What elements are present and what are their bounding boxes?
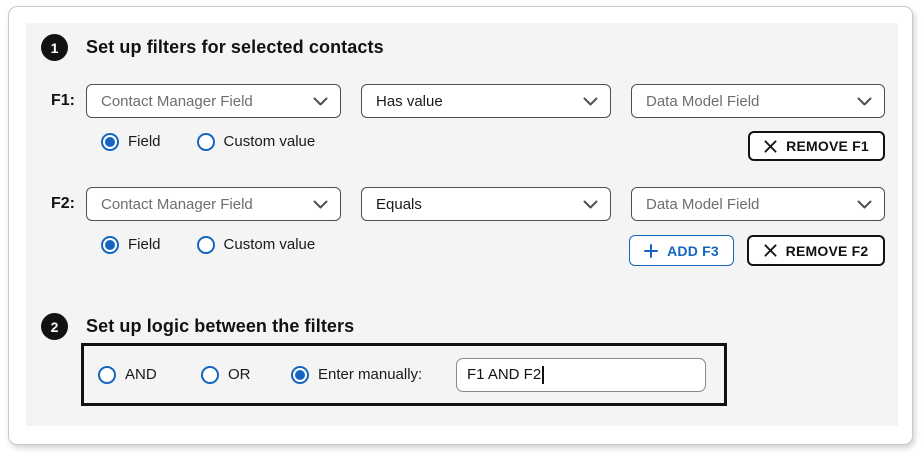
filter-2-field-radio-label: Field [128,236,161,253]
filter-2-label: F2: [51,187,83,220]
radio-selected-icon [101,133,119,151]
radio-unselected-icon [197,236,215,254]
logic-or-label: OR [228,366,251,383]
logic-and-label: AND [125,366,157,383]
close-icon [764,140,777,153]
close-icon [764,244,777,257]
filter-2-field-dropdown[interactable]: Contact Manager Field [86,187,341,221]
radio-selected-icon [101,236,119,254]
add-f3-button[interactable]: ADD F3 [629,235,734,266]
step-1-badge: 1 [41,34,68,61]
filter-2-operator-value: Equals [376,196,422,213]
filter-1-field-radio-label: Field [128,133,161,150]
filter-1-operator-value: Has value [376,93,443,110]
filter-1-custom-radio[interactable]: Custom value [197,133,316,151]
filter-1-value-dropdown[interactable]: Data Model Field [631,84,885,118]
remove-f1-label: REMOVE F1 [786,138,869,154]
filter-1-custom-radio-label: Custom value [224,133,316,150]
filter-1-field-value: Contact Manager Field [101,93,253,110]
logic-manual-radio[interactable]: Enter manually: [291,366,422,384]
manual-logic-input[interactable]: F1 AND F2 [456,358,706,392]
filter-2-field-radio[interactable]: Field [101,236,161,254]
filter-setup-card: 1 Set up filters for selected contacts F… [8,6,913,445]
plus-icon [644,244,658,258]
manual-logic-value: F1 AND F2 [467,366,541,383]
filter-2-custom-radio[interactable]: Custom value [197,236,316,254]
filter-2-value-dropdown[interactable]: Data Model Field [631,187,885,221]
content-panel: 1 Set up filters for selected contacts F… [26,23,898,426]
radio-unselected-icon [197,133,215,151]
remove-f2-label: REMOVE F2 [786,243,869,259]
step-2-badge: 2 [41,313,68,340]
filter-1-value-value: Data Model Field [646,93,759,110]
chevron-down-icon [583,97,598,106]
section-1-title: Set up filters for selected contacts [86,34,384,61]
chevron-down-icon [313,200,328,209]
radio-unselected-icon [98,366,116,384]
logic-manual-label: Enter manually: [318,366,422,383]
chevron-down-icon [583,200,598,209]
remove-f1-button[interactable]: REMOVE F1 [748,131,885,161]
filter-1-field-dropdown[interactable]: Contact Manager Field [86,84,341,118]
chevron-down-icon [857,97,872,106]
logic-selector-box: AND OR Enter manually: F1 AND F2 [81,343,727,406]
filter-1-field-radio[interactable]: Field [101,133,161,151]
filter-1-operator-dropdown[interactable]: Has value [361,84,611,118]
add-f3-label: ADD F3 [667,243,719,259]
filter-2-value-value: Data Model Field [646,196,759,213]
logic-and-radio[interactable]: AND [98,366,157,384]
filter-2-custom-radio-label: Custom value [224,236,316,253]
remove-f2-button[interactable]: REMOVE F2 [747,235,885,266]
filter-1-label: F1: [51,84,83,117]
section-2-title: Set up logic between the filters [86,313,354,340]
radio-selected-icon [291,366,309,384]
radio-unselected-icon [201,366,219,384]
chevron-down-icon [313,97,328,106]
filter-2-operator-dropdown[interactable]: Equals [361,187,611,221]
text-caret [542,366,544,384]
chevron-down-icon [857,200,872,209]
logic-or-radio[interactable]: OR [201,366,251,384]
filter-2-field-value: Contact Manager Field [101,196,253,213]
